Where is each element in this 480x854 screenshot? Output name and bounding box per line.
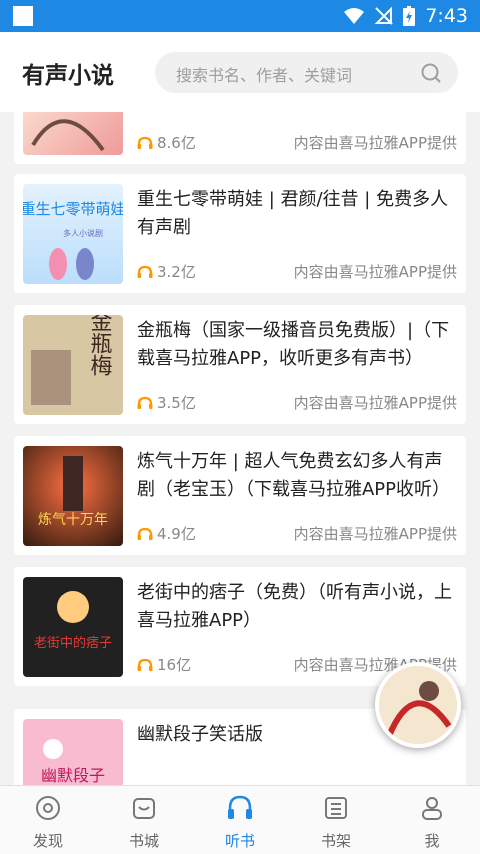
cover-title: 金瓶梅 — [87, 315, 113, 376]
cover-title: 炼气十万年 — [38, 512, 108, 528]
book-cover[interactable] — [23, 112, 123, 155]
play-count-icon — [137, 265, 153, 278]
search-input[interactable]: 搜索书名、作者、关键词 — [155, 52, 458, 93]
nav-discover[interactable]: 发现 — [0, 786, 96, 854]
nav-audiobooks[interactable]: 听书 — [192, 786, 288, 854]
status-bar: 7:43 — [0, 0, 480, 32]
play-count-icon — [137, 658, 153, 671]
cover-title: 老街中的痞子 — [34, 635, 112, 651]
floating-player-button[interactable] — [375, 662, 461, 748]
book-cover[interactable]: 重生七零带萌娃 多人小说剧 — [23, 184, 123, 284]
book-meta: 4.9亿 内容由喜马拉雅APP提供 — [137, 523, 457, 543]
headphones-icon — [228, 795, 252, 819]
source-note: 内容由喜马拉雅APP提供 — [293, 263, 457, 281]
play-count: 3.5亿 — [157, 394, 196, 412]
nav-me[interactable]: 我 — [384, 786, 480, 854]
book-card[interactable]: 金瓶梅 金瓶梅（国家一级播音员免费版）|（下载喜马拉雅APP，收听更多有声书） … — [14, 305, 466, 424]
battery-charging-icon — [403, 6, 416, 26]
clock: 7:43 — [425, 5, 468, 27]
book-card[interactable]: 8.6亿 内容由喜马拉雅APP提供 — [14, 112, 466, 164]
book-cover[interactable]: 老街中的痞子 — [23, 577, 123, 677]
player-cover-icon — [379, 666, 457, 744]
book-title[interactable]: 金瓶梅（国家一级播音员免费版）|（下载喜马拉雅APP，收听更多有声书） — [137, 317, 457, 373]
wifi-icon — [344, 8, 365, 24]
play-count: 3.2亿 — [157, 263, 196, 281]
book-card[interactable]: 炼气十万年 炼气十万年 | 超人气免费玄幻多人有声剧（老宝玉）（下载喜马拉雅AP… — [14, 436, 466, 555]
nav-bookshelf[interactable]: 书架 — [288, 786, 384, 854]
book-cover[interactable]: 金瓶梅 — [23, 315, 123, 415]
book-cover[interactable]: 炼气十万年 — [23, 446, 123, 546]
nav-label: 听书 — [224, 832, 255, 850]
book-meta: 3.5亿 内容由喜马拉雅APP提供 — [137, 392, 457, 412]
play-count: 4.9亿 — [157, 525, 196, 543]
cover-title: 重生七零带萌娃 — [23, 200, 123, 218]
no-signal-icon — [375, 7, 394, 25]
play-count: 8.6亿 — [157, 134, 196, 152]
source-note: 内容由喜马拉雅APP提供 — [293, 394, 457, 412]
source-note: 内容由喜马拉雅APP提供 — [293, 525, 457, 543]
play-count-icon — [137, 136, 153, 149]
source-note: 内容由喜马拉雅APP提供 — [293, 134, 457, 152]
bookstore-bag-icon — [133, 798, 155, 819]
nav-label: 发现 — [32, 832, 63, 850]
nav-label: 我 — [424, 832, 440, 850]
book-cover[interactable]: 幽默段子 — [23, 719, 123, 785]
book-card[interactable]: 重生七零带萌娃 多人小说剧 重生七零带萌娃 | 君颜/往昔 | 免费多人有声剧 … — [14, 174, 466, 293]
notification-icon — [13, 6, 33, 26]
nav-label: 书城 — [128, 832, 159, 850]
nav-bookstore[interactable]: 书城 — [96, 786, 192, 854]
book-meta: 3.2亿 内容由喜马拉雅APP提供 — [137, 261, 457, 281]
search-placeholder: 搜索书名、作者、关键词 — [176, 66, 353, 85]
compass-icon — [36, 796, 60, 820]
page-title: 有声小说 — [22, 63, 114, 89]
book-title[interactable]: 重生七零带萌娃 | 君颜/往昔 | 免费多人有声剧 — [137, 186, 457, 242]
cover-title: 幽默段子 — [41, 766, 105, 785]
bookshelf-icon — [325, 797, 347, 819]
nav-label: 书架 — [320, 832, 351, 850]
book-title[interactable]: 老街中的痞子（免费）（听有声小说，上喜马拉雅APP） — [137, 579, 457, 635]
person-icon — [422, 797, 442, 820]
book-title[interactable]: 炼气十万年 | 超人气免费玄幻多人有声剧（老宝玉）（下载喜马拉雅APP收听） — [137, 448, 457, 504]
book-meta: 8.6亿 内容由喜马拉雅APP提供 — [137, 132, 457, 152]
app-header: 有声小说 搜索书名、作者、关键词 — [0, 32, 480, 112]
cover-subtitle: 多人小说剧 — [63, 228, 103, 238]
play-count: 16亿 — [157, 656, 192, 674]
play-count-icon — [137, 396, 153, 409]
play-count-icon — [137, 527, 153, 540]
bottom-nav: 发现 书城 听书 书架 我 — [0, 785, 480, 854]
search-icon[interactable] — [420, 62, 442, 84]
status-icons: 7:43 — [343, 0, 468, 32]
